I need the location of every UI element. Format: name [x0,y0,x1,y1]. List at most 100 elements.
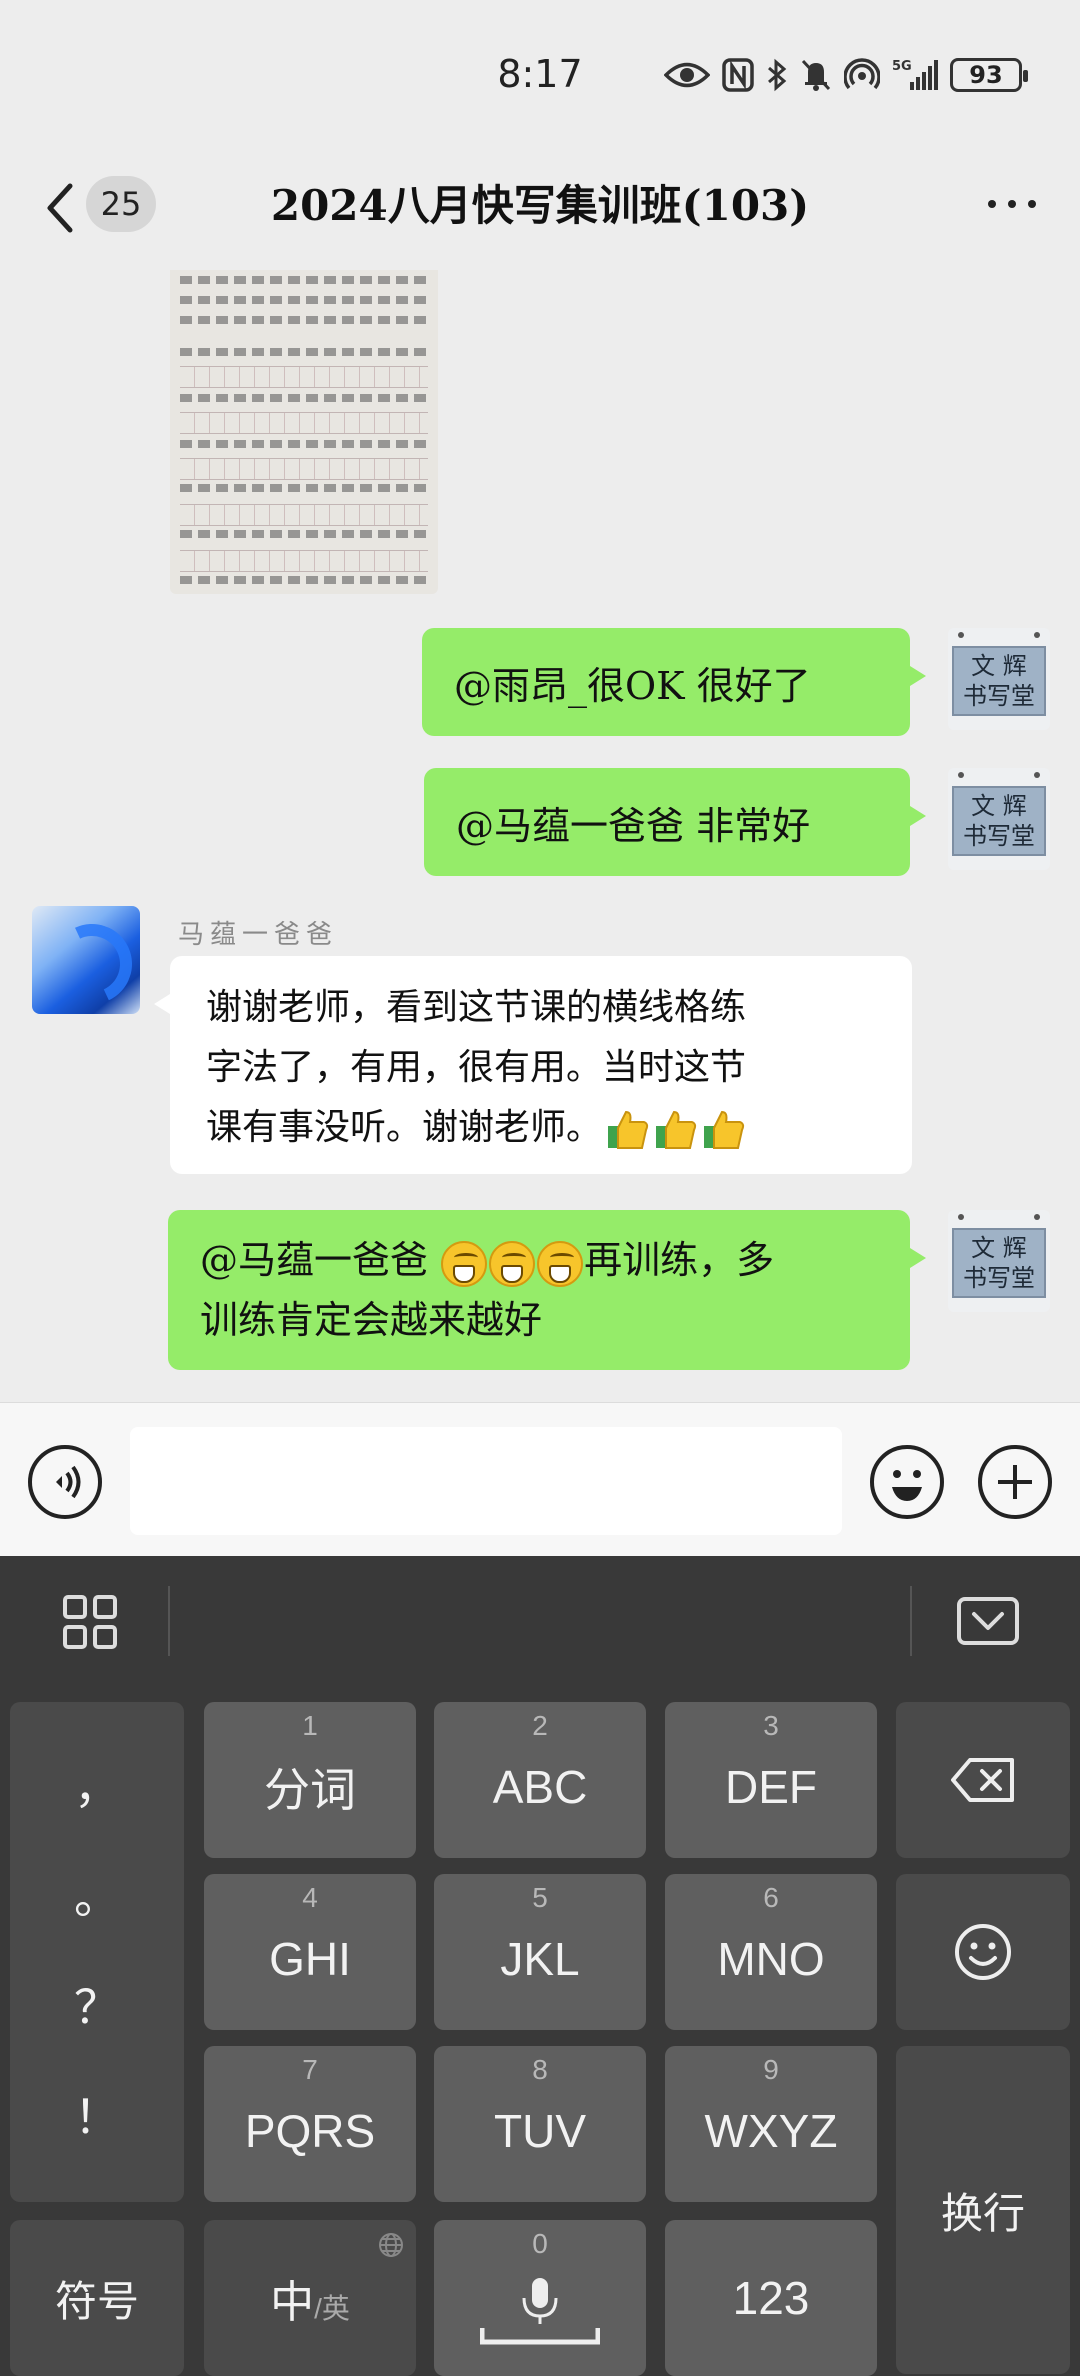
status-icons: 5G 93 [664,58,1028,92]
emoji-icon[interactable] [870,1445,944,1519]
message-line: 谢谢老师，看到这节课的横线格练 [206,987,747,1028]
toolbar-divider [910,1586,912,1656]
key-number: 3 [763,1710,779,1741]
grin-emoji-icon [489,1240,536,1287]
key-label: MNO [717,1933,825,1985]
status-bar: 8:17 5G 93 [0,0,1080,150]
language-alt-label: /英 [314,2293,350,2324]
message-text: @马蕴一爸爸 [200,1238,441,1282]
key-label: WXYZ [704,2105,838,2157]
symbols-key-label: 符号 [54,2277,139,2325]
keyboard: ， 。 ？ ！ 1 分词 2 ABC 3 DEF 4 GHI 5 JKL 6 MNO 7 PQ… [0,1556,1080,2376]
emoji-key[interactable] [896,1874,1070,2030]
punctuation-comma[interactable]: ， [74,1764,120,1810]
enter-key-label: 换行 [940,2189,1025,2237]
received-message-bubble[interactable]: 谢谢老师，看到这节课的横线格练 字法了，有用，很有用。当时这节 课有事没听。谢谢… [154,956,912,1174]
key-label: DEF [725,1761,817,1813]
message-list[interactable]: @雨昂_很OK 很好了 文 辉书写堂 @马蕴一爸爸 非常好 文 辉书写堂 马蕴一… [0,270,1080,1402]
key-4[interactable]: 4 GHI [204,1874,416,2030]
mute-bell-icon [801,59,831,91]
my-avatar[interactable]: 文 辉书写堂 [948,768,1050,870]
enter-key[interactable]: 换行 [896,2046,1070,2374]
thumbs-up-icon [608,1110,649,1149]
microphone-icon [480,2278,600,2345]
punctuation-period[interactable]: 。 [74,1874,120,1920]
thumbs-up-icon [704,1110,745,1149]
key-9[interactable]: 9 WXYZ [665,2046,877,2202]
avatar-text-line: 文 辉 [971,652,1027,680]
plus-icon[interactable] [978,1445,1052,1519]
key-5[interactable]: 5 JKL [434,1874,646,2030]
key-3[interactable]: 3 DEF [665,1702,877,1858]
nfc-icon [722,58,754,92]
keyboard-toolbar [0,1556,1080,1686]
key-label: 分词 [264,1764,356,1816]
key-1[interactable]: 1 分词 [204,1702,416,1858]
chat-header: 25 2024八月快写集训班(103) [0,150,1080,270]
backspace-icon [951,1758,1014,1802]
language-toggle-key[interactable]: 中/英 [204,2220,416,2376]
grin-emoji-icon [537,1240,584,1287]
message-text: @雨昂_很OK 很好了 [454,663,811,708]
my-avatar[interactable]: 文 辉书写堂 [948,628,1050,730]
key-number: 2 [532,1710,548,1741]
input-bar [0,1402,1080,1556]
key-7[interactable]: 7 PQRS [204,2046,416,2202]
more-options-icon[interactable] [988,200,1036,208]
sent-message-bubble[interactable]: @雨昂_很OK 很好了 [422,628,926,736]
avatar-text-line: 书写堂 [963,822,1035,850]
smiley-icon [955,1924,1011,1980]
key-6[interactable]: 6 MNO [665,1874,877,2030]
key-number: 1 [302,1710,318,1741]
sender-name: 马蕴一爸爸 [178,920,339,950]
sent-message-bubble[interactable]: @马蕴一爸爸 非常好 [424,768,926,876]
key-number: 5 [532,1882,548,1913]
punctuation-key[interactable]: ， 。 ？ ！ [10,1702,184,2202]
signal-5g-icon: 5G [892,59,938,90]
my-avatar[interactable]: 文 辉书写堂 [948,1210,1050,1312]
key-number: 4 [302,1882,318,1913]
language-main-label: 中 [270,2278,315,2327]
numbers-key[interactable]: 123 [665,2220,877,2376]
toolbar-divider [168,1586,170,1656]
message-line-with-emoji: 课有事没听。谢谢老师。 [206,1098,882,1158]
key-2[interactable]: 2 ABC [434,1702,646,1858]
key-number: 8 [532,2054,548,2085]
globe-icon [379,2233,403,2257]
grin-emoji-icon [441,1240,488,1287]
hotspot-icon [844,58,880,90]
avatar-text-line: 书写堂 [963,682,1035,710]
key-label: TUV [494,2105,586,2157]
key-label: JKL [500,1933,580,1985]
sender-avatar[interactable] [32,906,140,1014]
svg-text:5G: 5G [892,59,912,74]
thumbs-up-icon [656,1110,697,1149]
handwriting-photo-message[interactable] [170,270,438,594]
message-line: 字法了，有用，很有用。当时这节 [206,1047,747,1088]
message-line-with-emoji: @马蕴一爸爸 再训练，多 [200,1230,880,1290]
bluetooth-icon [768,58,787,92]
key-number: 9 [763,2054,779,2085]
numbers-key-label: 123 [732,2272,810,2324]
avatar-text-line: 文 辉 [971,792,1027,820]
message-input[interactable] [130,1427,842,1535]
chat-title: 2024八月快写集训班(103) [270,181,810,230]
voice-input-icon[interactable] [28,1445,102,1519]
key-label: ABC [492,1761,588,1813]
punctuation-exclamation[interactable]: ！ [74,2094,120,2140]
key-number: 0 [532,2228,548,2259]
eye-icon [664,62,710,88]
avatar-text-line: 文 辉 [971,1234,1027,1262]
keyboard-menu-grid-icon[interactable] [62,1594,118,1650]
message-text: 再训练，多 [584,1238,775,1282]
punctuation-question[interactable]: ？ [74,1984,120,2030]
message-text: @马蕴一爸爸 非常好 [456,803,811,848]
key-8[interactable]: 8 TUV [434,2046,646,2202]
space-key[interactable]: 0 [434,2220,646,2376]
backspace-key[interactable] [896,1702,1070,1858]
hide-keyboard-icon[interactable] [956,1596,1020,1646]
symbols-key[interactable]: 符号 [10,2220,184,2376]
key-number: 6 [763,1882,779,1913]
avatar-text-line: 书写堂 [963,1264,1035,1292]
sent-message-bubble[interactable]: @马蕴一爸爸 再训练，多 训练肯定会越来越好 [168,1210,926,1370]
